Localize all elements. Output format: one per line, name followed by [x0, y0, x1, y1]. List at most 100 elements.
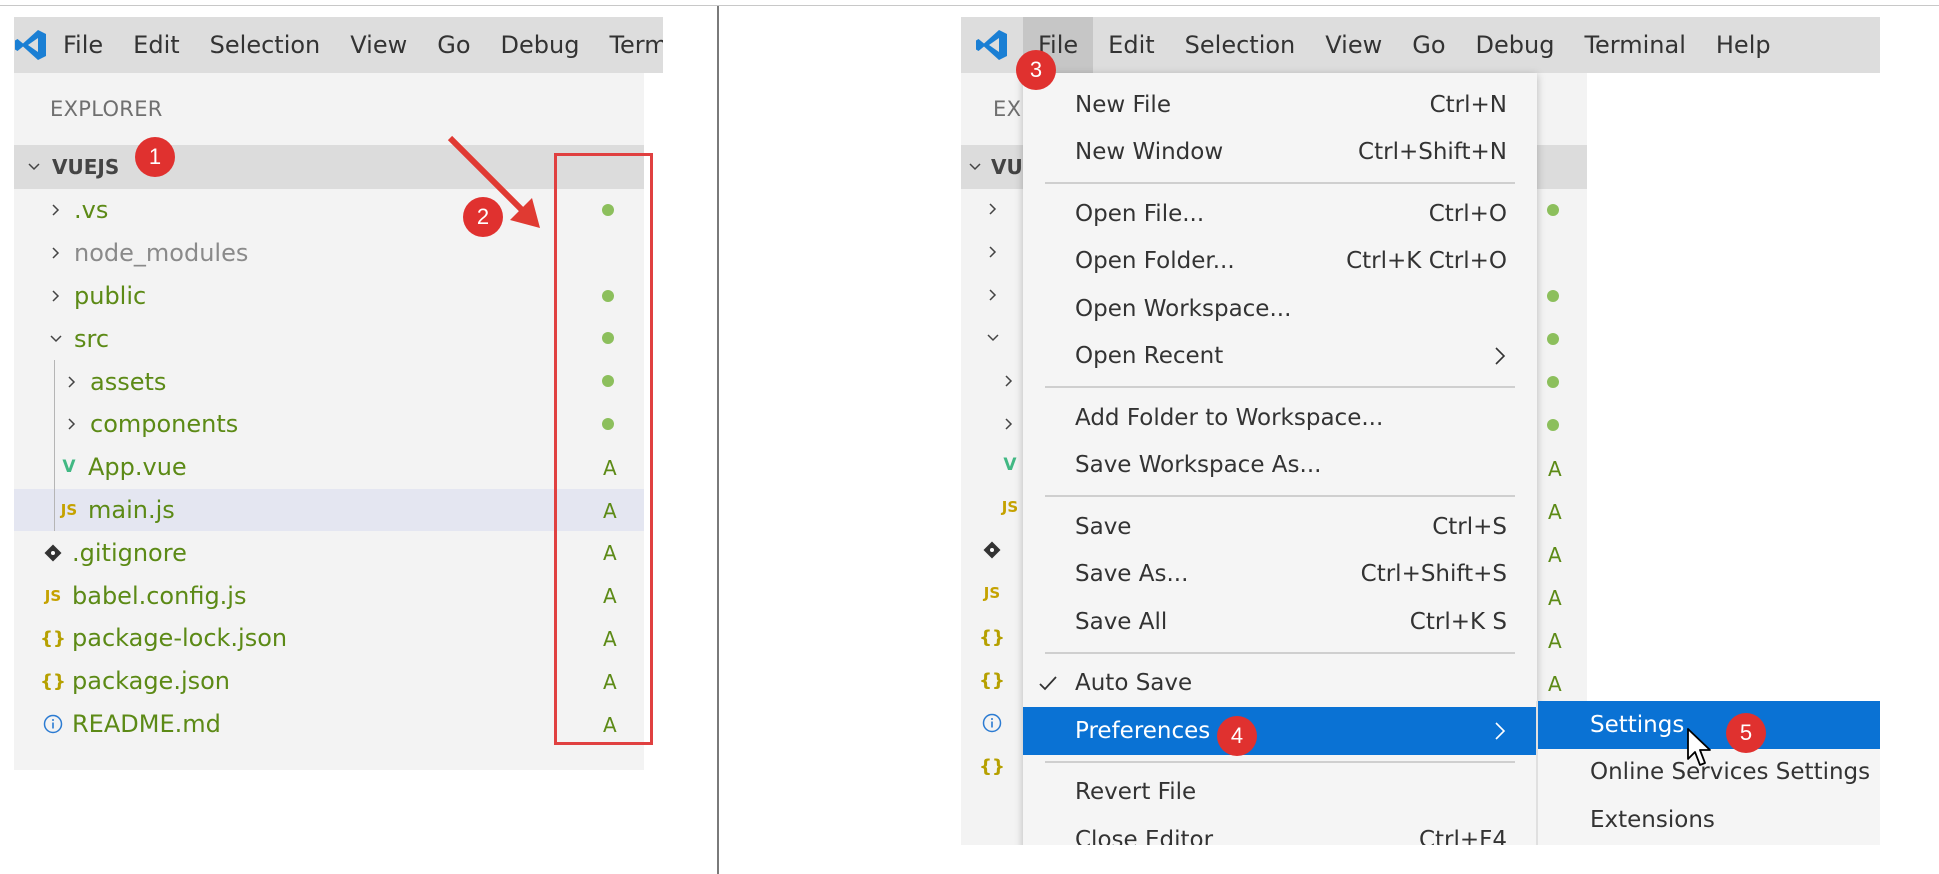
tree-item-label: .gitignore: [72, 538, 187, 567]
tree-item-package-lock[interactable]: {} package-lock.json A: [14, 617, 644, 660]
callout-2: 2: [463, 197, 503, 237]
js-file-icon: JS: [60, 500, 78, 519]
tree-item-components[interactable]: components: [14, 403, 644, 446]
json-file-icon: {}: [40, 627, 66, 649]
menu-separator: [1045, 386, 1515, 388]
tree-item-label: main.js: [88, 495, 175, 524]
menu-item-open-folder[interactable]: Open Folder... Ctrl+K Ctrl+O: [1023, 238, 1537, 286]
chevron-right-icon: [997, 369, 1021, 393]
menu-item-new-window[interactable]: New Window Ctrl+Shift+N: [1023, 129, 1537, 177]
mouse-cursor-icon: [1687, 728, 1711, 766]
json-file-icon: {}: [979, 756, 1005, 777]
menu-separator: [1045, 760, 1515, 763]
vue-file-icon: V: [62, 457, 76, 478]
menu-item-open-recent[interactable]: Open Recent: [1023, 333, 1537, 381]
chevron-right-icon: [60, 412, 84, 436]
menu-terminal-partial[interactable]: Term: [594, 17, 663, 73]
chevron-down-icon: [44, 327, 68, 351]
tree-item-babel-config[interactable]: JS babel.config.js A: [14, 574, 644, 617]
chevron-right-icon: [60, 370, 84, 394]
menu-go[interactable]: Go: [1397, 17, 1460, 73]
file-tree: .vs node_modules public src assets compo…: [14, 189, 644, 745]
git-added-badge: A: [1548, 457, 1562, 481]
tree-item-label: src: [74, 324, 110, 353]
git-added-badge: A: [1548, 543, 1562, 567]
menu-selection[interactable]: Selection: [1170, 17, 1311, 73]
chevron-right-icon: [997, 412, 1021, 436]
menu-debug[interactable]: Debug: [1461, 17, 1570, 73]
menu-item-close-editor[interactable]: Close Editor Ctrl+F4: [1023, 816, 1537, 845]
file-menu-dropdown: New File Ctrl+N New Window Ctrl+Shift+N Op…: [1023, 73, 1537, 845]
chevron-right-icon: [981, 283, 1005, 307]
menu-item-revert-file[interactable]: Revert File: [1023, 769, 1537, 817]
vue-file-icon: V: [1003, 455, 1017, 475]
tree-item-src[interactable]: src: [14, 317, 644, 360]
callout-1: 1: [135, 137, 175, 177]
menu-terminal[interactable]: Terminal: [1569, 17, 1700, 73]
indent-guide: [54, 360, 55, 531]
panel-divider: [717, 6, 719, 874]
vscode-logo-icon: [14, 17, 48, 73]
menu-edit[interactable]: Edit: [1093, 17, 1169, 73]
tree-item-app-vue[interactable]: V App.vue A: [14, 446, 644, 489]
tree-item-main-js[interactable]: JS main.js A: [14, 488, 644, 532]
menu-item-auto-save[interactable]: Auto Save: [1023, 660, 1537, 708]
menu-item-open-workspace[interactable]: Open Workspace...: [1023, 285, 1537, 333]
tree-item-label: components: [90, 410, 239, 439]
menu-item-open-file[interactable]: Open File... Ctrl+O: [1023, 190, 1537, 238]
menu-file[interactable]: File: [48, 17, 118, 73]
tree-item-assets[interactable]: assets: [14, 360, 644, 403]
submenu-item-extensions[interactable]: Extensions: [1538, 796, 1880, 844]
menu-item-save-workspace-as[interactable]: Save Workspace As...: [1023, 442, 1537, 490]
tree-item-label: App.vue: [88, 453, 187, 482]
tree-item-readme[interactable]: README.md A: [14, 703, 644, 746]
vscode-logo-icon: [961, 17, 1023, 73]
modified-dot-icon: [1547, 376, 1559, 388]
menu-edit[interactable]: Edit: [118, 17, 194, 73]
tree-item-label: babel.config.js: [72, 581, 247, 610]
modified-dot-icon: [1547, 333, 1559, 345]
menu-separator: [1045, 182, 1515, 184]
tree-item-public[interactable]: public: [14, 275, 644, 318]
menu-separator: [1045, 651, 1515, 654]
menu-item-add-folder[interactable]: Add Folder to Workspace...: [1023, 394, 1537, 442]
checkmark-icon: [1037, 660, 1059, 708]
menu-selection[interactable]: Selection: [195, 17, 336, 73]
modified-dot-icon: [1547, 290, 1559, 302]
tree-item-gitignore[interactable]: .gitignore A: [14, 531, 644, 574]
menu-item-preferences[interactable]: Preferences: [1023, 707, 1537, 755]
menu-item-save-as[interactable]: Save As... Ctrl+Shift+S: [1023, 551, 1537, 599]
chevron-right-icon: [981, 197, 1005, 221]
chevron-right-icon: [44, 241, 68, 265]
git-icon: [40, 544, 66, 562]
top-border: [0, 0, 1939, 6]
menu-item-save-all[interactable]: Save All Ctrl+K S: [1023, 598, 1537, 646]
chevron-down-icon: [963, 155, 987, 179]
tree-item-node-modules[interactable]: node_modules: [14, 232, 644, 275]
menu-view[interactable]: View: [1310, 17, 1397, 73]
tree-item-label: public: [74, 281, 147, 310]
menu-item-save[interactable]: Save Ctrl+S: [1023, 503, 1537, 551]
callout-5: 5: [1726, 713, 1766, 753]
tree-item-label: package-lock.json: [72, 624, 288, 653]
info-icon: [40, 714, 66, 734]
menu-view[interactable]: View: [335, 17, 422, 73]
git-icon: [979, 541, 1005, 559]
chevron-right-icon: [44, 284, 68, 308]
tree-item-label: assets: [90, 367, 167, 396]
modified-dot-icon: [1547, 419, 1559, 431]
git-added-badge: A: [1548, 500, 1562, 524]
json-file-icon: {}: [979, 627, 1005, 648]
info-icon: [979, 713, 1005, 733]
menu-debug[interactable]: Debug: [486, 17, 595, 73]
menu-go[interactable]: Go: [422, 17, 485, 73]
right-menubar: File Edit Selection View Go Debug Termin…: [961, 17, 1880, 73]
section-label: VUEJS: [52, 155, 120, 179]
menu-item-new-file[interactable]: New File Ctrl+N: [1023, 81, 1537, 129]
tree-item-label: node_modules: [74, 239, 249, 268]
tree-item-label: package.json: [72, 667, 231, 696]
tree-item-package-json[interactable]: {} package.json A: [14, 660, 644, 703]
git-added-badge: A: [1548, 672, 1562, 696]
menu-help[interactable]: Help: [1701, 17, 1786, 73]
tree-item-label: README.md: [72, 709, 221, 738]
